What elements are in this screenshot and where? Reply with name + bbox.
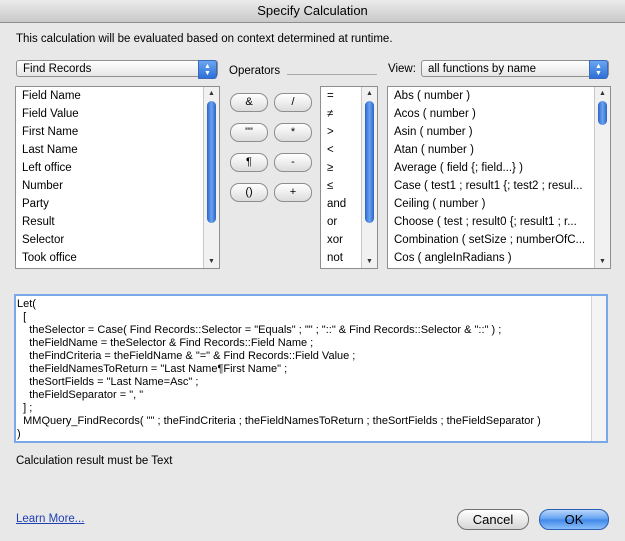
function-list-item[interactable]: Asin ( number ) [388,123,610,141]
scroll-thumb[interactable] [598,101,607,125]
scroll-up-icon[interactable]: ▲ [595,88,610,100]
field-list-scrollbar[interactable]: ▲ ▼ [203,87,219,268]
field-list-item[interactable]: Left office [16,159,219,177]
popup-arrows-icon: ▲ ▼ [198,60,217,79]
field-list-item[interactable]: Last Name [16,141,219,159]
operator-button-plus[interactable]: + [274,183,312,202]
function-list-scrollbar[interactable]: ▲ ▼ [594,87,610,268]
scroll-thumb[interactable] [365,101,374,223]
table-context-value: Find Records [23,63,92,75]
table-context-popup[interactable]: Find Records ▲ ▼ [16,60,218,79]
operator-button-pilcrow[interactable]: ¶ [230,153,268,172]
operators-label: Operators [229,65,281,77]
function-list-item[interactable]: Case ( test1 ; result1 {; test2 ; resul.… [388,177,610,195]
operator-button-multiply[interactable]: * [274,123,312,142]
popup-arrows-icon: ▲ ▼ [589,60,608,79]
function-list-item[interactable]: Ceiling ( number ) [388,195,610,213]
field-list-item[interactable]: First Name [16,123,219,141]
operator-button-minus[interactable]: - [274,153,312,172]
scroll-down-icon[interactable]: ▼ [362,256,377,268]
cancel-button[interactable]: Cancel [457,509,529,530]
field-list-item[interactable]: Result [16,213,219,231]
operator-button-divide[interactable]: / [274,93,312,112]
learn-more-link[interactable]: Learn More... [16,513,84,525]
function-list-item[interactable]: Abs ( number ) [388,87,610,105]
field-list-item[interactable]: Selector [16,231,219,249]
function-list-item[interactable]: Average ( field {; field...} ) [388,159,610,177]
scroll-up-icon[interactable]: ▲ [204,88,219,100]
operator-list[interactable]: = ≠ > < ≥ ≤ and or xor not ▲ ▼ [320,86,378,269]
function-list-item[interactable]: Choose ( test ; result0 {; result1 ; r..… [388,213,610,231]
operator-button-concat[interactable]: & [230,93,268,112]
field-list-item[interactable]: Field Value [16,105,219,123]
window-title: Specify Calculation [0,0,625,23]
specify-calculation-dialog: This calculation will be evaluated based… [0,23,625,541]
calculation-editor[interactable]: Let( [ theSelector = Case( Find Records:… [14,294,608,443]
function-list[interactable]: Abs ( number ) Acos ( number ) Asin ( numb… [387,86,611,269]
view-popup[interactable]: all functions by name ▲ ▼ [421,60,609,79]
scroll-down-icon[interactable]: ▼ [595,256,610,268]
function-list-item[interactable]: Combination ( setSize ; numberOfC... [388,231,610,249]
field-list[interactable]: Field Name Field Value First Name Last Name… [15,86,220,269]
scroll-up-icon[interactable]: ▲ [362,88,377,100]
operator-list-scrollbar[interactable]: ▲ ▼ [361,87,377,268]
result-type-text: Calculation result must be Text [16,455,173,467]
operator-button-quotes[interactable]: "" [230,123,268,142]
ok-button[interactable]: OK [539,509,609,530]
field-list-item[interactable]: Field Name [16,87,219,105]
editor-scrollbar[interactable] [591,296,606,441]
field-list-item[interactable]: Took office [16,249,219,267]
operator-button-parens[interactable]: () [230,183,268,202]
operators-divider [287,74,377,75]
calculation-text[interactable]: Let( [ theSelector = Case( Find Records:… [16,296,606,441]
field-list-item[interactable]: Number [16,177,219,195]
function-list-item[interactable]: Cos ( angleInRadians ) [388,249,610,267]
scroll-thumb[interactable] [207,101,216,223]
view-popup-value: all functions by name [428,63,537,75]
scroll-down-icon[interactable]: ▼ [204,256,219,268]
function-list-item[interactable]: Atan ( number ) [388,141,610,159]
view-label: View: [388,63,416,75]
description-text: This calculation will be evaluated based… [16,33,393,45]
field-list-item[interactable]: Party [16,195,219,213]
function-list-item[interactable]: Acos ( number ) [388,105,610,123]
